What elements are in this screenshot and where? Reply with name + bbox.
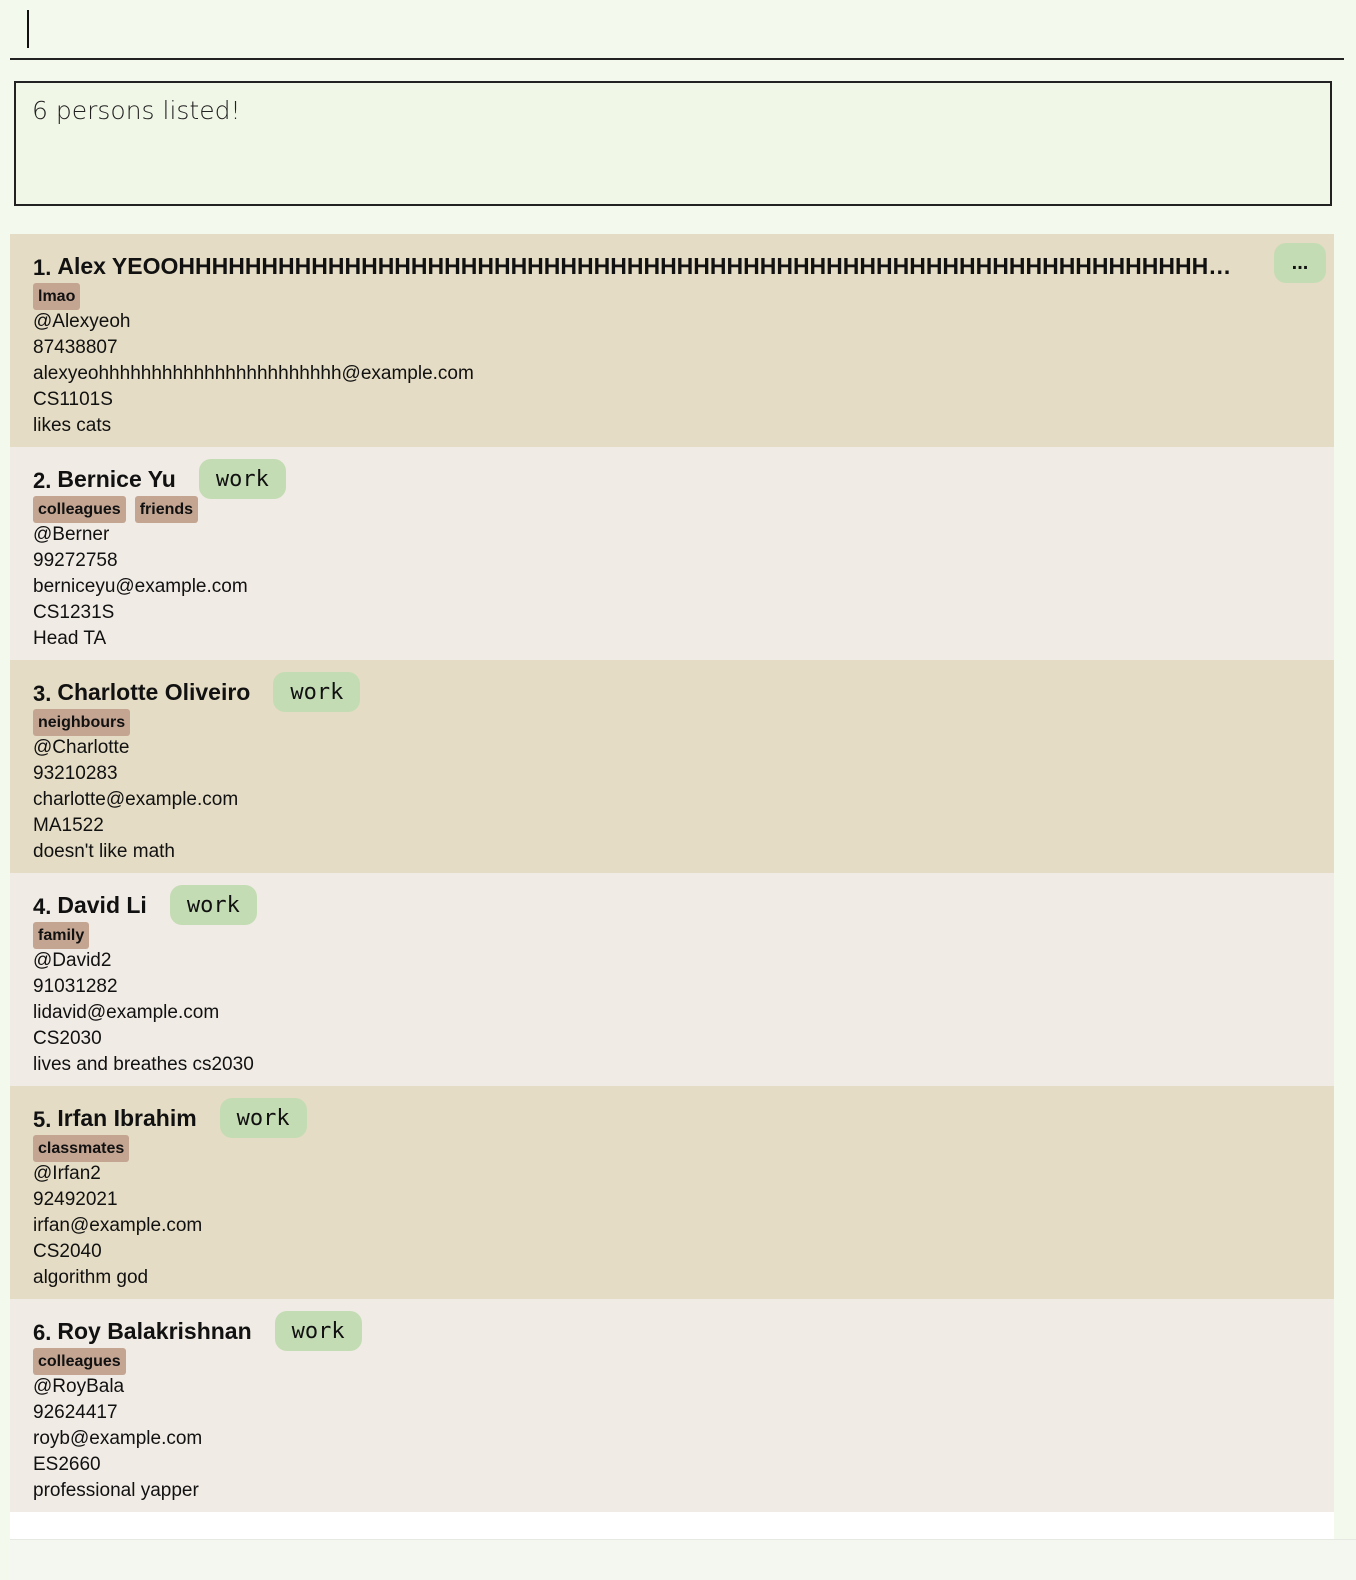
tag-row: colleagues friends xyxy=(33,496,199,523)
person-phone: 91031282 xyxy=(33,976,118,997)
person-phone: 92624417 xyxy=(33,1402,118,1423)
person-index: 3. xyxy=(33,681,52,706)
person-name: Irfan Ibrahim xyxy=(57,1104,197,1131)
person-course: CS1231S xyxy=(33,602,115,623)
person-email: lidavid@example.com xyxy=(33,1002,220,1023)
person-card[interactable]: 3. Charlotte Oliveiro work neighbours @C… xyxy=(10,660,1334,873)
person-handle: @Alexyeoh xyxy=(33,311,131,332)
app-window: 6 persons listed! 1. Alex YEOOHHHHHHHHHH… xyxy=(0,0,1356,1580)
more-button[interactable]: ... xyxy=(1274,243,1326,283)
tag: classmates xyxy=(33,1135,130,1162)
person-phone: 92492021 xyxy=(33,1189,118,1210)
person-handle: @RoyBala xyxy=(33,1376,125,1397)
tag: neighbours xyxy=(33,709,131,736)
person-remark: algorithm god xyxy=(33,1267,149,1288)
tag-row: family xyxy=(33,922,90,949)
card-header: 5. Irfan Ibrahim work xyxy=(33,1098,307,1138)
person-course: MA1522 xyxy=(33,815,104,836)
tag-row: colleagues xyxy=(33,1348,126,1375)
person-index: 2. xyxy=(33,468,52,493)
person-index: 4. xyxy=(33,894,52,919)
person-card[interactable]: 4. David Li work family @David2 91031282… xyxy=(10,873,1334,1086)
person-email: charlotte@example.com xyxy=(33,789,239,810)
person-index: 6. xyxy=(33,1320,52,1345)
person-email: royb@example.com xyxy=(33,1428,203,1449)
status-bar xyxy=(10,1539,1356,1580)
role-badge: work xyxy=(273,672,361,712)
card-header: 1. Alex YEOOHHHHHHHHHHHHHHHHHHHHHHHHHHHH… xyxy=(33,246,1242,286)
person-remark: professional yapper xyxy=(33,1480,199,1501)
person-list[interactable]: 1. Alex YEOOHHHHHHHHHHHHHHHHHHHHHHHHHHHH… xyxy=(10,234,1334,1539)
tag: family xyxy=(33,922,90,949)
person-remark: doesn't like math xyxy=(33,841,175,862)
person-handle: @David2 xyxy=(33,950,112,971)
tag: colleagues xyxy=(33,1348,126,1375)
person-card[interactable]: 2. Bernice Yu work colleagues friends @B… xyxy=(10,447,1334,660)
person-name: David Li xyxy=(57,891,147,918)
person-course: CS1101S xyxy=(33,389,113,410)
person-card[interactable]: 6. Roy Balakrishnan work colleagues @Roy… xyxy=(10,1299,1334,1512)
role-badge: work xyxy=(274,1311,362,1351)
command-box[interactable] xyxy=(10,0,1344,60)
card-header: 6. Roy Balakrishnan work xyxy=(33,1311,362,1351)
role-badge: work xyxy=(219,1098,307,1138)
result-message: 6 persons listed! xyxy=(32,96,241,125)
person-name: Bernice Yu xyxy=(57,465,176,492)
person-remark: lives and breathes cs2030 xyxy=(33,1054,254,1075)
tag-row: neighbours xyxy=(33,709,131,736)
person-card[interactable]: 5. Irfan Ibrahim work classmates @Irfan2… xyxy=(10,1086,1334,1299)
person-name: Roy Balakrishnan xyxy=(57,1317,252,1344)
person-index: 5. xyxy=(33,1107,52,1132)
person-phone: 99272758 xyxy=(33,550,118,571)
role-badge: work xyxy=(198,459,286,499)
person-name: Alex YEOOHHHHHHHHHHHHHHHHHHHHHHHHHHHHHHH… xyxy=(57,252,1243,279)
person-phone: 93210283 xyxy=(33,763,118,784)
tag: lmao xyxy=(33,283,81,310)
tag-row: classmates xyxy=(33,1135,130,1162)
card-header: 4. David Li work xyxy=(33,885,257,925)
person-name: Charlotte Oliveiro xyxy=(57,678,251,705)
command-input[interactable] xyxy=(24,8,1324,52)
result-display: 6 persons listed! xyxy=(14,81,1332,206)
person-course: CS2030 xyxy=(33,1028,102,1049)
person-index: 1. xyxy=(33,255,52,280)
tag: friends xyxy=(134,496,199,523)
role-badge: work xyxy=(169,885,257,925)
person-email: berniceyu@example.com xyxy=(33,576,248,597)
card-header: 2. Bernice Yu work xyxy=(33,459,286,499)
person-email: irfan@example.com xyxy=(33,1215,203,1236)
tag: colleagues xyxy=(33,496,126,523)
text-caret xyxy=(27,10,29,48)
person-remark: likes cats xyxy=(33,415,112,436)
person-phone: 87438807 xyxy=(33,337,118,358)
person-remark: Head TA xyxy=(33,628,107,649)
tag-row: lmao xyxy=(33,283,81,310)
person-handle: @Berner xyxy=(33,524,110,545)
person-email: alexyeohhhhhhhhhhhhhhhhhhhhhhh@example.c… xyxy=(33,363,474,384)
person-handle: @Irfan2 xyxy=(33,1163,101,1184)
person-course: ES2660 xyxy=(33,1454,101,1475)
card-header: 3. Charlotte Oliveiro work xyxy=(33,672,361,712)
person-course: CS2040 xyxy=(33,1241,102,1262)
person-handle: @Charlotte xyxy=(33,737,130,758)
person-card[interactable]: 1. Alex YEOOHHHHHHHHHHHHHHHHHHHHHHHHHHHH… xyxy=(10,234,1334,447)
